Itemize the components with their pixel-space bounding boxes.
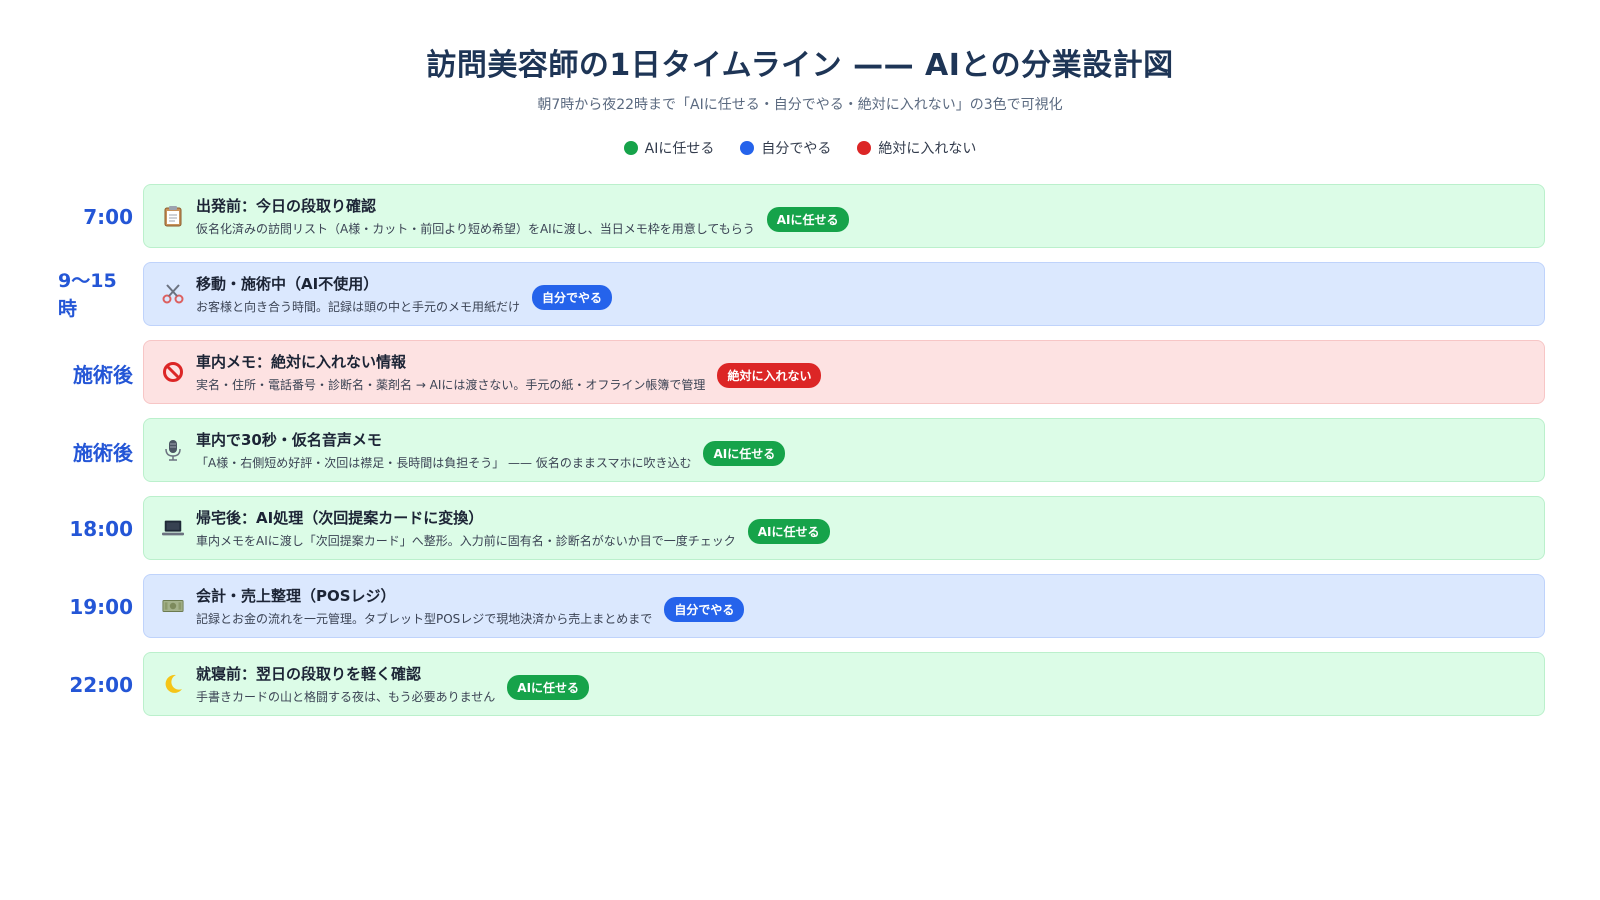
- timeline-card: 車内メモ：絶対に入れない情報 実名・住所・電話番号・診断名・薬剤名 → AIには…: [143, 340, 1545, 404]
- row-description: 仮名化済みの訪問リスト（A様・カット・前回より短め希望）をAIに渡し、当日メモ枠…: [196, 222, 755, 236]
- timeline-row: 18:00 帰宅後：AI処理（次回提案カードに変換） 車内メモをAIに渡し「次回…: [0, 496, 1600, 562]
- category-badge: 自分でやる: [664, 597, 745, 622]
- timeline-card: 帰宅後：AI処理（次回提案カードに変換） 車内メモをAIに渡し「次回提案カード」…: [143, 496, 1545, 560]
- legend-label: 絶対に入れない: [878, 141, 977, 157]
- prohibited-icon: [162, 361, 184, 383]
- row-description: 記録とお金の流れを一元管理。タブレット型POSレジで現地決済から売上まとめまで: [196, 612, 653, 626]
- timeline-card: 車内で30秒・仮名音声メモ 「A様・右側短め好評・次回は襟足・長時間は負担そう」…: [143, 418, 1545, 482]
- row-time: 18:00: [69, 517, 133, 541]
- timeline-card: 出発前：今日の段取り確認 仮名化済みの訪問リスト（A様・カット・前回より短め希望…: [143, 184, 1545, 248]
- category-badge: 自分でやる: [532, 285, 613, 310]
- row-time: 9〜15時: [58, 270, 117, 320]
- timeline-row: 22:00 就寝前：翌日の段取りを軽く確認 手書きカードの山と格闘する夜は、もう…: [0, 652, 1600, 718]
- legend-item-self: 自分でやる: [740, 138, 831, 158]
- legend-item-never: 絶対に入れない: [857, 138, 976, 158]
- category-badge: AIに任せる: [766, 207, 849, 232]
- timeline-card: 移動・施術中（AI不使用） お客様と向き合う時間。記録は頭の中と手元のメモ用紙だ…: [143, 262, 1545, 326]
- row-time: 19:00: [69, 595, 133, 619]
- row-title: 帰宅後：AI処理（次回提案カードに変換）: [196, 509, 484, 527]
- scissors-icon: [162, 283, 184, 305]
- legend-dot-green-icon: [623, 141, 638, 155]
- timeline-row: 9〜15時 移動・施術中（AI不使用） お客様と向き合う時間。記録は頭の中と手元…: [0, 262, 1600, 328]
- row-title: 車内で30秒・仮名音声メモ: [196, 431, 382, 449]
- timeline-row: 19:00 会計・売上整理（POSレジ） 記録とお金の流れを一元管理。タブレット…: [0, 574, 1600, 640]
- row-description: お客様と向き合う時間。記録は頭の中と手元のメモ用紙だけ: [196, 300, 521, 314]
- row-description: 車内メモをAIに渡し「次回提案カード」へ整形。入力前に固有名・診断名がないか目で…: [196, 534, 736, 548]
- timeline-page: 訪問美容師の1日タイムライン —— AIとの分業設計図 朝7時から夜22時まで「…: [0, 0, 1600, 900]
- legend-label: AIに任せる: [644, 141, 715, 157]
- category-badge: AIに任せる: [507, 675, 590, 700]
- laptop-icon: [162, 517, 184, 539]
- money-icon: [162, 595, 184, 617]
- category-badge: AIに任せる: [703, 441, 786, 466]
- legend-dot-blue-icon: [740, 141, 755, 155]
- timeline-card: 会計・売上整理（POSレジ） 記録とお金の流れを一元管理。タブレット型POSレジ…: [143, 574, 1545, 638]
- timeline-row: 施術後 車内で30秒・仮名音声メモ 「A様・右側短め好評・次回は襟足・長時間は負…: [0, 418, 1600, 484]
- category-badge: 絶対に入れない: [717, 363, 822, 388]
- timeline-card: 就寝前：翌日の段取りを軽く確認 手書きカードの山と格闘する夜は、もう必要ありませ…: [143, 652, 1545, 716]
- row-description: 手書きカードの山と格闘する夜は、もう必要ありません: [196, 690, 496, 704]
- moon-icon: [162, 673, 184, 695]
- row-time: 22:00: [69, 673, 133, 697]
- timeline-rows: 7:00 出発前：今日の段取り確認 仮名化済みの訪問リスト（A様・カット・前回よ…: [0, 184, 1600, 730]
- legend-dot-red-icon: [857, 141, 872, 155]
- category-badge: AIに任せる: [747, 519, 830, 544]
- row-title: 会計・売上整理（POSレジ）: [196, 587, 396, 605]
- timeline-row: 7:00 出発前：今日の段取り確認 仮名化済みの訪問リスト（A様・カット・前回よ…: [0, 184, 1600, 250]
- timeline-row: 施術後 車内メモ：絶対に入れない情報 実名・住所・電話番号・診断名・薬剤名 → …: [0, 340, 1600, 406]
- page-subtitle: 朝7時から夜22時まで「AIに任せる・自分でやる・絶対に入れない」の3色で可視化: [537, 97, 1063, 113]
- legend: AIに任せる 自分でやる 絶対に入れない: [0, 138, 1600, 158]
- row-time: 7:00: [83, 205, 133, 229]
- legend-item-ai: AIに任せる: [623, 138, 715, 158]
- clipboard-icon: [162, 205, 184, 227]
- row-description: 「A様・右側短め好評・次回は襟足・長時間は負担そう」 —— 仮名のままスマホに吹…: [196, 456, 692, 470]
- row-time: 施術後: [73, 440, 133, 465]
- row-description: 実名・住所・電話番号・診断名・薬剤名 → AIには渡さない。手元の紙・オフライン…: [196, 378, 706, 392]
- row-title: 出発前：今日の段取り確認: [196, 197, 377, 215]
- page-title: 訪問美容師の1日タイムライン —— AIとの分業設計図: [426, 48, 1174, 83]
- row-time: 施術後: [73, 362, 133, 387]
- legend-label: 自分でやる: [761, 141, 832, 157]
- microphone-icon: [162, 439, 184, 461]
